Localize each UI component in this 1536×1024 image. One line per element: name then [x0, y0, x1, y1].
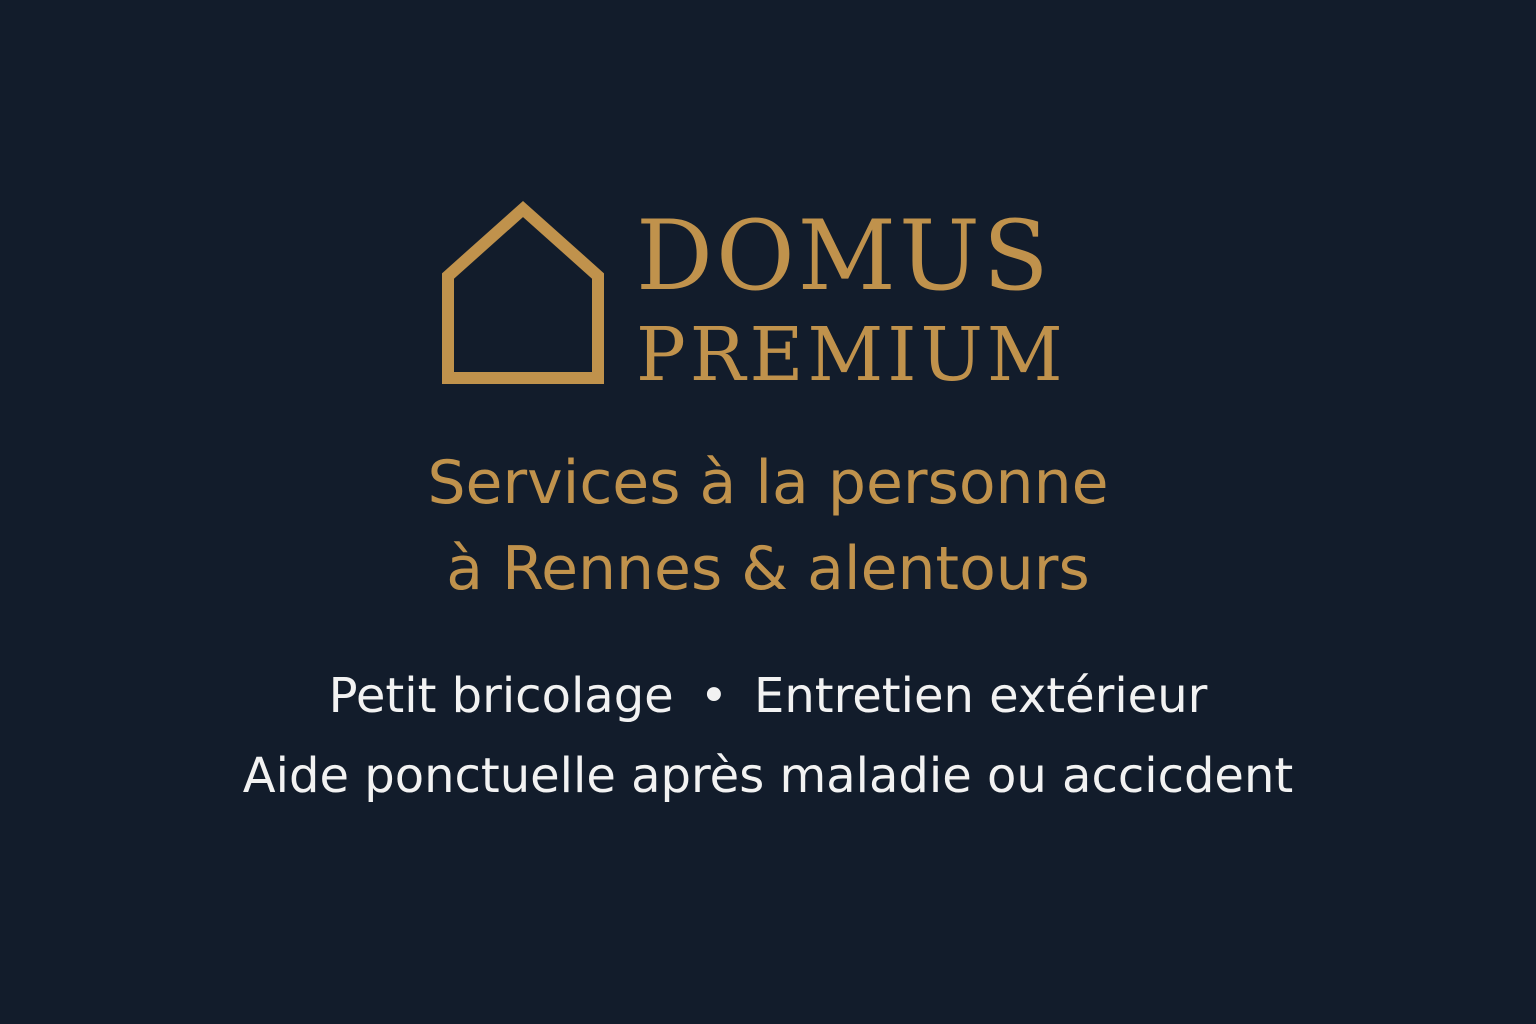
- services-line-2: Aide ponctuelle après maladie ou accicde…: [0, 752, 1536, 800]
- bullet-separator: •: [699, 668, 728, 724]
- service-item-bricolage: Petit bricolage: [328, 668, 674, 724]
- tagline: Services à la personne à Rennes & alento…: [0, 440, 1536, 612]
- house-outline-path: [442, 200, 604, 384]
- service-item-aide: Aide ponctuelle après maladie ou accicde…: [242, 748, 1294, 804]
- service-item-entretien: Entretien extérieur: [754, 668, 1208, 724]
- brand-name-secondary: PREMIUM: [636, 312, 1067, 398]
- house-outline-icon: [442, 200, 604, 384]
- tagline-line-2: à Rennes & alentours: [446, 534, 1090, 604]
- card-canvas: DOMUS PREMIUM Services à la personne à R…: [0, 0, 1536, 1024]
- tagline-line-1: Services à la personne: [427, 448, 1109, 518]
- services-line-1: Petit bricolage • Entretien extérieur: [0, 672, 1536, 720]
- brand-name-primary: DOMUS: [636, 200, 1052, 312]
